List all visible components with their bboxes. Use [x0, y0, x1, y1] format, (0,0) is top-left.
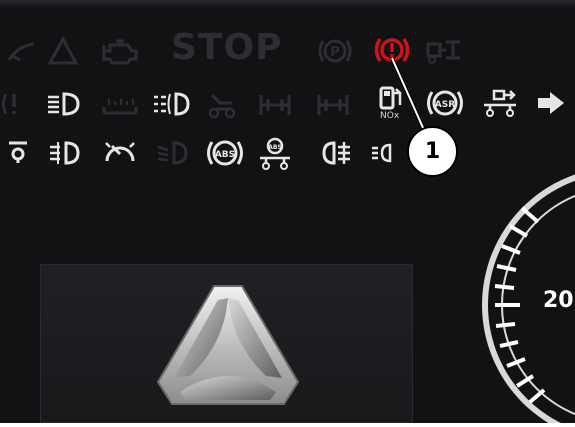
- instrument-panel: STOP P NOx ASR ABS ABS 20 1: [0, 0, 575, 423]
- callout-number-badge: 1: [407, 126, 458, 177]
- callout-leader-line: [390, 57, 426, 131]
